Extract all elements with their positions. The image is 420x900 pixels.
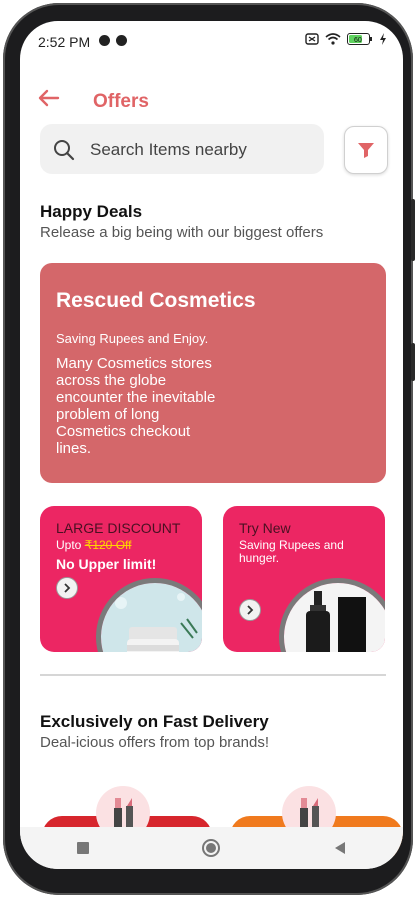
discount-card[interactable]: LARGE DISCOUNT Upto ₹120 Off No Upper li… <box>40 506 202 652</box>
fast-delivery-subtitle: Deal-icious offers from top brands! <box>40 734 269 751</box>
back-nav-button[interactable] <box>333 841 347 855</box>
hero-title: Rescued Cosmetics <box>56 289 256 312</box>
search-input[interactable] <box>88 136 320 164</box>
serum-bottle-image <box>279 578 385 652</box>
status-bar: 2:52 PM 60 <box>20 21 403 61</box>
discount-card-heading: LARGE DISCOUNT <box>56 520 181 536</box>
chevron-right-icon <box>64 583 71 593</box>
recents-button[interactable] <box>76 841 90 855</box>
back-button[interactable] <box>38 87 60 109</box>
battery-icon: 60 <box>347 33 372 45</box>
search-icon <box>54 140 75 161</box>
discount-card-arrow-button[interactable] <box>56 577 78 599</box>
fast-delivery-title: Exclusively on Fast Delivery <box>40 712 269 731</box>
volume-button <box>411 199 415 261</box>
try-new-arrow-button[interactable] <box>239 599 261 621</box>
wifi-icon <box>325 33 341 45</box>
discount-card-upto: Upto ₹120 Off <box>56 539 131 552</box>
status-right: 60 <box>305 33 387 45</box>
app-header: Offers <box>20 61 403 121</box>
filter-button[interactable] <box>344 126 388 174</box>
try-new-card[interactable]: Try New Saving Rupees and hunger. <box>223 506 385 652</box>
hero-offer-card[interactable]: Rescued Cosmetics Saving Rupees and Enjo… <box>40 263 386 483</box>
sim-icon <box>305 33 319 45</box>
status-time: 2:52 PM <box>38 34 91 50</box>
chevron-right-icon <box>247 605 254 615</box>
hero-tagline: Saving Rupees and Enjoy. <box>56 331 209 346</box>
status-notification-icon <box>116 35 127 46</box>
phone-frame: 2:52 PM 60 Offers Happy Deals Release a … <box>3 3 415 895</box>
section-divider <box>40 674 386 676</box>
upto-label: Upto <box>56 538 82 552</box>
try-new-subtitle: Saving Rupees and hunger. <box>239 538 344 565</box>
home-button[interactable] <box>201 838 221 858</box>
discount-price: ₹120 Off <box>84 538 132 552</box>
try-new-heading: Try New <box>239 520 291 536</box>
page-title: Offers <box>93 91 149 112</box>
happy-deals-subtitle: Release a big being with our biggest off… <box>40 224 324 241</box>
happy-deals-title: Happy Deals <box>40 202 143 221</box>
screen: 2:52 PM 60 Offers Happy Deals Release a … <box>20 21 403 869</box>
charging-icon <box>380 33 386 45</box>
battery-level: 60 <box>354 37 362 44</box>
discount-card-bold: No Upper limit! <box>56 556 157 572</box>
search-bar[interactable] <box>40 124 324 174</box>
system-nav-bar <box>20 827 403 869</box>
hero-description: Many Cosmetics stores across the globe e… <box>56 355 216 457</box>
filter-icon <box>358 143 374 158</box>
cream-jar-image <box>96 578 202 652</box>
power-button <box>411 343 415 381</box>
status-notification-icon <box>99 35 110 46</box>
